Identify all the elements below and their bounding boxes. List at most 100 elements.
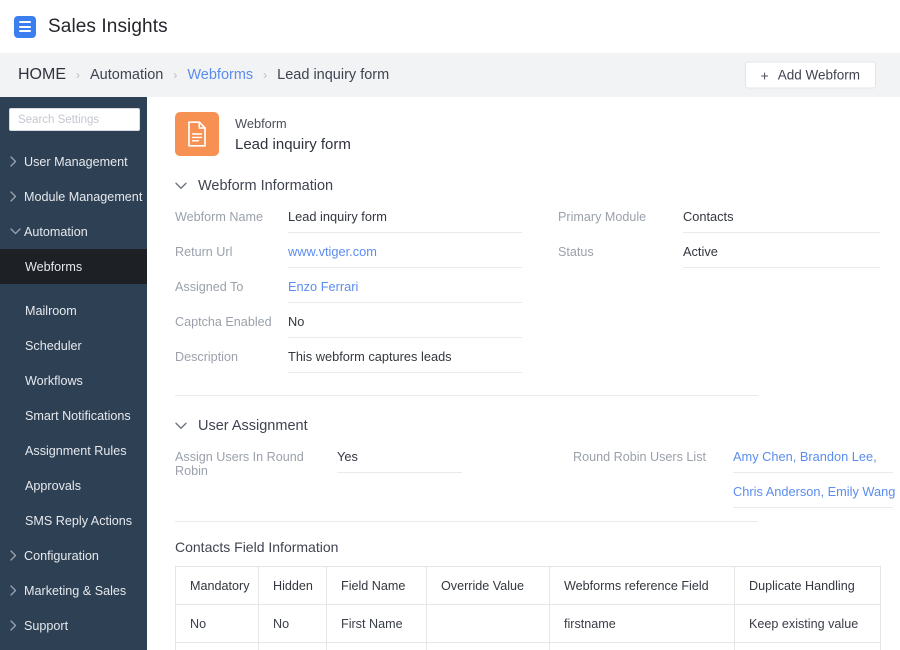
column-header-override-value: Override Value <box>426 566 550 605</box>
column-header-field-name: Field Name <box>326 566 427 605</box>
field-assign-users-in-round-robin: Assign Users In Round Robin Yes <box>175 448 573 483</box>
field-value[interactable]: No <box>288 313 522 338</box>
sidebar-item-label: SMS Reply Actions <box>25 513 133 528</box>
breadcrumb-item-lead-inquiry-form: Lead inquiry form <box>277 67 390 83</box>
field-value-link[interactable]: Enzo Ferrari <box>288 278 522 303</box>
sidebar-item-inventory[interactable]: Inventory <box>0 643 147 650</box>
sidebar-item-scheduler[interactable]: Scheduler <box>0 328 147 363</box>
chevron-right-icon <box>10 620 24 631</box>
search-settings-container <box>0 108 147 131</box>
menu-lines-icon[interactable] <box>14 15 36 38</box>
field-value[interactable]: Contacts <box>683 208 880 233</box>
column-header-hidden: Hidden <box>258 566 327 605</box>
field-label: Round Robin Users List <box>573 450 706 464</box>
cell-hidden: No <box>258 642 327 650</box>
field-value[interactable]: This webform captures leads <box>288 348 522 373</box>
field-label: Captcha Enabled <box>175 315 272 329</box>
field-label: Assigned To <box>175 280 244 294</box>
section-divider <box>175 395 758 396</box>
plus-icon: + <box>760 67 769 83</box>
section-divider <box>175 521 758 522</box>
record-type-label: Webform <box>235 115 287 131</box>
sidebar-item-sms-reply-actions[interactable]: SMS Reply Actions <box>0 503 147 538</box>
field-return-url: Return Url www.vtiger.com <box>175 243 540 278</box>
app-title: Sales Insights <box>48 15 168 37</box>
main-content: Webform Lead inquiry form Webform Inform… <box>147 97 900 650</box>
sidebar-item-label: Marketing & Sales <box>24 583 127 598</box>
sidebar: User Management Module Management Automa… <box>0 97 147 650</box>
sidebar-item-label: Automation <box>24 224 88 239</box>
column-header-webforms-reference-field: Webforms reference Field <box>549 566 735 605</box>
field-round-robin-users-list-overflow: Chris Anderson, Emily Wang <box>573 483 895 508</box>
sidebar-item-user-management[interactable]: User Management <box>0 144 147 179</box>
field-column-left: Webform Name Lead inquiry form Return Ur… <box>175 208 540 383</box>
sidebar-item-module-management[interactable]: Module Management <box>0 179 147 214</box>
field-primary-module: Primary Module Contacts <box>558 208 880 243</box>
field-assigned-to: Assigned To Enzo Ferrari <box>175 278 540 313</box>
breadcrumb-item-webforms[interactable]: Webforms <box>187 67 253 83</box>
sidebar-item-label: Module Management <box>24 189 143 204</box>
sidebar-item-assignment-rules[interactable]: Assignment Rules <box>0 433 147 468</box>
breadcrumb-item-home[interactable]: HOME <box>18 66 66 84</box>
cell-duplicate-handling: Keep existing value <box>734 604 881 643</box>
breadcrumb-separator-icon: › <box>173 68 178 82</box>
sidebar-item-support[interactable]: Support <box>0 608 147 643</box>
field-value-link[interactable]: www.vtiger.com <box>288 243 522 268</box>
field-label: Assign Users In Round Robin <box>175 450 304 478</box>
field-name-text: First Name <box>341 616 403 631</box>
sidebar-item-marketing-and-sales[interactable]: Marketing & Sales <box>0 573 147 608</box>
breadcrumb: HOME › Automation › Webforms › Lead inqu… <box>18 66 389 84</box>
sidebar-item-label: Assignment Rules <box>25 443 127 458</box>
cell-hidden: No <box>258 604 327 643</box>
cell-reference-field: firstname <box>549 604 735 643</box>
search-settings-input[interactable] <box>9 108 140 131</box>
section-title-label: User Assignment <box>198 418 308 434</box>
breadcrumb-bar: HOME › Automation › Webforms › Lead inqu… <box>0 53 900 97</box>
field-column-left: Assign Users In Round Robin Yes <box>175 448 573 507</box>
field-value-link[interactable]: Amy Chen, Brandon Lee, <box>733 448 893 473</box>
chevron-down-icon <box>175 182 187 190</box>
field-label: Description <box>175 350 238 364</box>
breadcrumb-separator-icon: › <box>76 68 80 82</box>
section-header-user-assignment[interactable]: User Assignment <box>175 418 880 434</box>
sidebar-item-approvals[interactable]: Approvals <box>0 468 147 503</box>
chevron-down-icon <box>175 422 187 430</box>
field-captcha-enabled: Captcha Enabled No <box>175 313 540 348</box>
table-row: No No First Name firstname Keep existing… <box>175 604 881 643</box>
field-value[interactable]: Active <box>683 243 880 268</box>
record-header: Webform Lead inquiry form <box>175 112 880 156</box>
add-webform-button[interactable]: + Add Webform <box>744 61 876 89</box>
sidebar-item-label: Approvals <box>25 478 82 493</box>
chevron-right-icon <box>10 156 24 167</box>
sidebar-item-automation[interactable]: Automation <box>0 214 147 249</box>
section-header-webform-information[interactable]: Webform Information <box>175 178 880 194</box>
field-webform-name: Webform Name Lead inquiry form <box>175 208 540 243</box>
chevron-right-icon <box>10 585 24 596</box>
sidebar-nav: User Management Module Management Automa… <box>0 144 147 650</box>
contacts-field-information-title: Contacts Field Information <box>175 539 339 555</box>
cell-duplicate-handling: Keep existing value <box>734 642 881 650</box>
users-list-line-2[interactable]: Chris Anderson, Emily Wang <box>733 483 895 508</box>
app-header: Sales Insights <box>0 0 900 53</box>
field-value[interactable]: Lead inquiry form <box>288 208 522 233</box>
sidebar-item-mailroom[interactable]: Mailroom <box>0 293 147 328</box>
cell-field-name: Last Name* <box>326 642 427 650</box>
cell-override-value <box>426 604 550 643</box>
user-assignment-fields: Assign Users In Round Robin Yes Round Ro… <box>175 448 895 508</box>
sidebar-item-smart-notifications[interactable]: Smart Notifications <box>0 398 147 433</box>
cell-field-name: First Name <box>326 604 427 643</box>
sidebar-item-label: Smart Notifications <box>25 408 131 423</box>
sidebar-item-webforms[interactable]: Webforms <box>0 249 147 284</box>
sidebar-item-workflows[interactable]: Workflows <box>0 363 147 398</box>
breadcrumb-item-automation[interactable]: Automation <box>90 67 163 83</box>
field-label: Webform Name <box>175 210 263 224</box>
webform-information-fields: Webform Name Lead inquiry form Return Ur… <box>175 208 880 383</box>
field-value[interactable]: Yes <box>337 448 462 473</box>
sidebar-item-label: Mailroom <box>25 303 77 318</box>
document-icon <box>175 112 219 156</box>
cell-mandatory: Yes <box>175 642 259 650</box>
field-status: Status Active <box>558 243 880 278</box>
field-label: Return Url <box>175 245 233 259</box>
sidebar-item-configuration[interactable]: Configuration <box>0 538 147 573</box>
